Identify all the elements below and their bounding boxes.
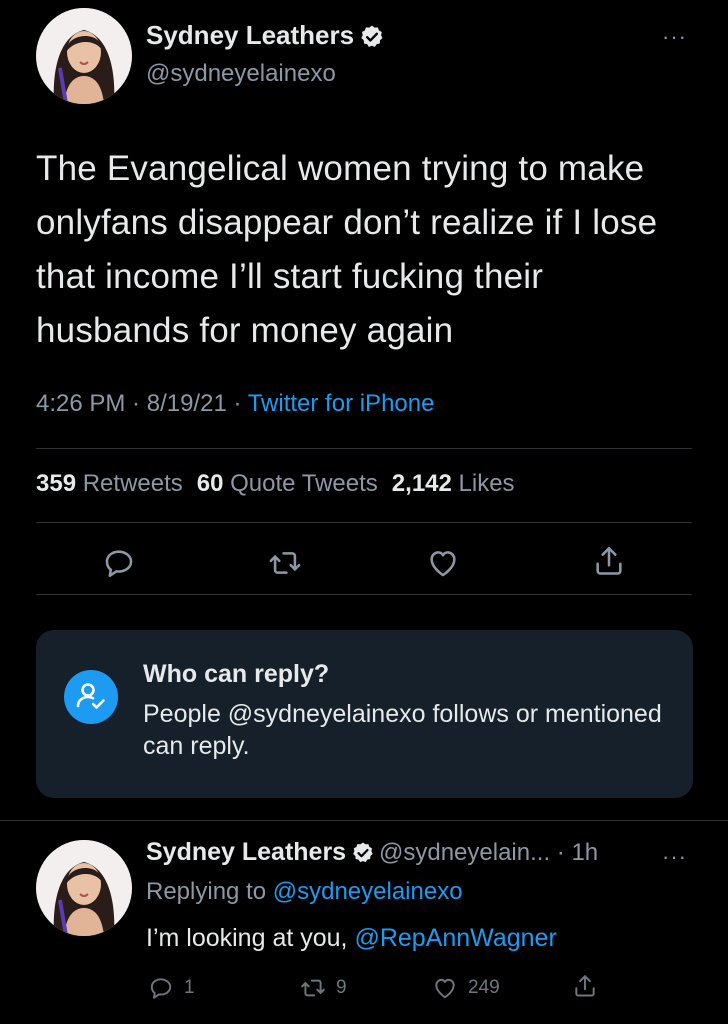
more-options-icon[interactable]: ··· (662, 26, 687, 48)
quotes-count: 60 (196, 470, 224, 497)
author-handle[interactable]: @sydneyelainexo (146, 60, 336, 88)
divider (0, 820, 728, 821)
retweet-icon[interactable] (268, 546, 302, 580)
reply-like-action[interactable]: 249 (432, 974, 500, 1002)
tweet-stats: 359 Retweets 60 Quote Tweets 2,142 Likes (36, 470, 515, 498)
who-can-reply-card: Who can reply? People @sydneyelainexo fo… (36, 630, 693, 798)
author-avatar[interactable] (36, 8, 132, 104)
divider (36, 594, 692, 595)
likes-stat[interactable]: 2,142 Likes (392, 470, 515, 497)
replying-to: Replying to @sydneyelainexo (146, 878, 463, 906)
meta-separator: · (226, 390, 248, 417)
tweet-text: The Evangelical women trying to make onl… (36, 149, 658, 350)
tweet-time: 4:26 PM (36, 390, 126, 417)
quotes-stat[interactable]: 60 Quote Tweets (197, 470, 378, 497)
reply-handle-time[interactable]: @sydneyelain... · 1h (379, 839, 598, 866)
reply-icon (150, 978, 172, 999)
reply-header: Sydney Leathers @sydneyelain... · 1h (146, 838, 598, 870)
reply-mention-link[interactable]: @RepAnnWagner (354, 924, 556, 952)
people-check-icon (64, 670, 118, 724)
reply-text-body: I’m looking at you, (146, 924, 348, 952)
reply-retweet-action[interactable]: 9 (300, 974, 347, 1002)
retweets-stat[interactable]: 359 Retweets (36, 470, 183, 497)
reply-text: I’m looking at you, @RepAnnWagner (146, 924, 557, 953)
meta-separator: · (125, 390, 147, 417)
likes-label: Likes (458, 470, 515, 497)
author-display-name[interactable]: Sydney Leathers (146, 20, 354, 50)
reply-icon[interactable] (102, 546, 136, 580)
quotes-label: Quote Tweets (230, 470, 378, 497)
like-icon (435, 978, 455, 999)
likes-count: 2,142 (391, 470, 452, 497)
like-icon[interactable] (426, 546, 460, 580)
divider (36, 448, 692, 449)
verified-badge-icon (359, 24, 385, 55)
retweet-count: 9 (336, 977, 347, 998)
replying-to-handle[interactable]: @sydneyelainexo (273, 878, 463, 905)
who-can-reply-title: Who can reply? (143, 660, 330, 688)
reply-author-display-name[interactable]: Sydney Leathers (146, 838, 346, 866)
like-count: 249 (468, 977, 500, 998)
retweets-label: Retweets (82, 470, 183, 497)
reply-author-avatar[interactable] (36, 840, 132, 936)
who-can-reply-body: People @sydneyelainexo follows or mentio… (143, 700, 662, 760)
reply-reply-action[interactable]: 1 (148, 974, 195, 1002)
reply-share-action[interactable] (572, 972, 598, 1000)
replying-to-label: Replying to (146, 878, 267, 905)
share-icon[interactable] (592, 544, 626, 578)
share-icon (575, 975, 595, 997)
reply-count: 1 (184, 977, 195, 998)
verified-badge-icon (351, 841, 375, 870)
reply-more-options-icon[interactable]: ··· (662, 846, 687, 868)
tweet-date: 8/19/21 (146, 390, 227, 417)
tweet-meta: 4:26 PM · 8/19/21 · Twitter for iPhone (36, 390, 434, 418)
retweet-icon (301, 979, 325, 997)
divider (36, 522, 692, 523)
tweet-source-link[interactable]: Twitter for iPhone (248, 390, 435, 417)
retweets-count: 359 (36, 470, 77, 497)
